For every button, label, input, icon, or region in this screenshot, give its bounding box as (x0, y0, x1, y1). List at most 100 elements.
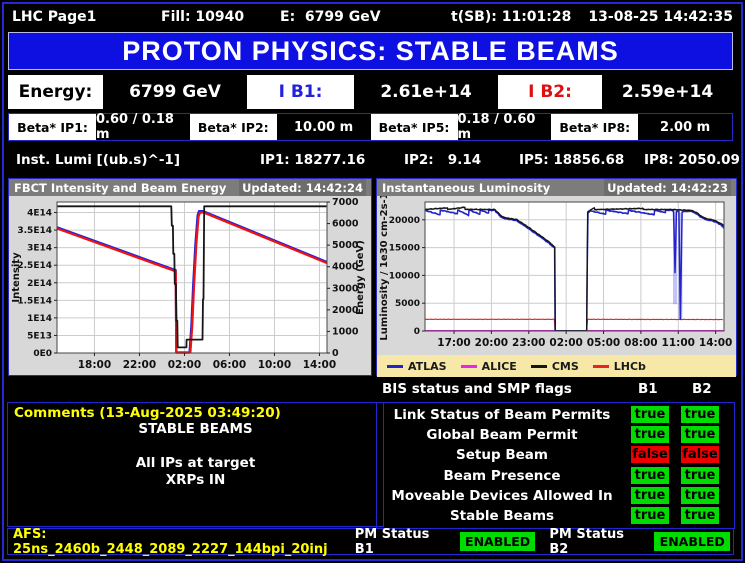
legend-dash-icon (460, 364, 477, 368)
comments-header: Comments (13-Aug-2025 03:49:20) (14, 405, 281, 421)
table-row: Moveable Devices Allowed In true true (377, 486, 734, 505)
fbct-chart-panel: FBCT Intensity and Beam Energy Updated: … (8, 178, 372, 376)
pm-status-b2-value: ENABLED (654, 532, 730, 551)
svg-text:14:00: 14:00 (699, 337, 732, 349)
status-badge: true (631, 486, 669, 504)
svg-text:0: 0 (414, 327, 420, 337)
legend-dash-icon (530, 364, 547, 368)
status-badge: true (681, 406, 719, 424)
bis-row-label: Setup Beam (456, 447, 548, 464)
top-info-bar: LHC Page1 Fill: 10940 E: 6799 GeV t(SB):… (4, 7, 737, 29)
bis-row-label: Moveable Devices Allowed In (391, 487, 613, 504)
page-title: PROTON PHYSICS: STABLE BEAMS (8, 32, 733, 70)
svg-text:2.5E14: 2.5E14 (17, 261, 52, 271)
fbct-chart-header: FBCT Intensity and Beam Energy Updated: … (9, 179, 371, 196)
svg-text:15000: 15000 (389, 244, 420, 254)
svg-text:1000: 1000 (332, 326, 359, 337)
luminosity-chart-title: Instantaneous Luminosity (382, 180, 551, 195)
status-badge: true (681, 486, 719, 504)
status-badge: true (681, 466, 719, 484)
inst-lumi-row: Inst. Lumi [(ub.s)^-1] IP1: 18277.16 IP2… (8, 143, 740, 176)
svg-text:06:00: 06:00 (213, 359, 246, 371)
beta-ip5-value: 0.18 / 0.60 m (457, 112, 536, 142)
svg-text:0: 0 (332, 348, 339, 359)
bis-row-label: Link Status of Beam Permits (393, 407, 611, 424)
svg-text:3E14: 3E14 (27, 244, 52, 254)
svg-text:3.5E14: 3.5E14 (17, 226, 52, 236)
svg-text:Luminosity / 1e30 cm-2s-1: Luminosity / 1e30 cm-2s-1 (379, 196, 390, 341)
lhc-page1-vistar: { "header": { "app": "LHC Page1", "fill"… (0, 0, 745, 563)
legend-label: LHCb (613, 359, 646, 373)
inst-lumi-label: Inst. Lumi [(ub.s)^-1] (16, 152, 180, 168)
comments-box: Comments (13-Aug-2025 03:49:20) STABLE B… (7, 402, 384, 527)
legend-dash-icon (592, 364, 609, 368)
svg-text:08:00: 08:00 (624, 337, 657, 349)
table-row: Global Beam Permit true true (377, 426, 734, 444)
svg-text:14:00: 14:00 (303, 359, 336, 371)
date-time: 13-08-25 14:42:35 (588, 9, 733, 25)
beta-ip5-label: Beta* IP5: (370, 114, 458, 140)
beta-ip1-label: Beta* IP1: (9, 114, 96, 140)
svg-text:1E14: 1E14 (27, 314, 52, 324)
status-badge: true (631, 506, 669, 524)
luminosity-chart-updated: Updated: 14:42:23 (604, 179, 731, 196)
fbct-chart-updated: Updated: 14:42:24 (239, 179, 366, 196)
beta-ip1-value: 0.60 / 0.18 m (96, 112, 174, 142)
svg-text:Energy (GeV): Energy (GeV) (355, 240, 366, 315)
svg-text:11:00: 11:00 (662, 337, 695, 349)
svg-text:6000: 6000 (332, 219, 359, 230)
comment-line (14, 438, 377, 455)
luminosity-legend: ATLAS ALICE CMS LHCb (377, 355, 736, 377)
legend-item-atlas: ATLAS (387, 360, 447, 373)
svg-text:7000: 7000 (332, 197, 359, 208)
luminosity-chart-header: Instantaneous Luminosity Updated: 14:42:… (377, 179, 736, 196)
svg-text:0E0: 0E0 (33, 349, 52, 359)
svg-text:1.5E14: 1.5E14 (17, 296, 52, 306)
bis-header-row: BIS status and SMP flags B1 B2 (376, 380, 735, 400)
pm-status-b2-label: PM Status B2 (549, 526, 624, 557)
legend-item-lhcb: LHCb (592, 359, 646, 373)
beta-ip8-value: 2.00 m (660, 119, 711, 135)
svg-text:05:00: 05:00 (587, 337, 620, 349)
svg-text:20000: 20000 (389, 216, 420, 226)
bis-title: BIS status and SMP flags (382, 381, 572, 397)
status-badge: true (631, 426, 669, 444)
comment-line: XRPs IN (165, 472, 226, 488)
table-row: Stable Beams true true (377, 506, 734, 525)
beam-energy-readout: E: 6799 GeV (280, 9, 381, 25)
svg-text:18:00: 18:00 (78, 359, 111, 371)
legend-item-alice: ALICE (460, 360, 517, 373)
luminosity-chart-panel: Instantaneous Luminosity Updated: 14:42:… (376, 178, 737, 377)
inst-lumi-ip2: IP2: 9.14 (404, 152, 482, 168)
legend-label: CMS (551, 359, 579, 373)
bis-col-b2: B2 (692, 381, 712, 397)
energy-label: Energy: (8, 75, 103, 109)
legend-dash-icon (387, 364, 403, 368)
beta-ip5-group: Beta* IP5: 0.18 / 0.60 m (370, 112, 552, 142)
status-badge: false (681, 446, 719, 464)
table-row: Link Status of Beam Permits true true (377, 406, 734, 424)
intensity-b1-value: 2.61e+14 (354, 75, 498, 109)
legend-item-cms: CMS (530, 359, 579, 373)
svg-text:23:00: 23:00 (512, 337, 545, 349)
svg-text:22:00: 22:00 (123, 359, 156, 371)
intensity-b1-label: I B1: (247, 75, 354, 109)
beta-ip8-label: Beta* IP8: (551, 114, 639, 140)
status-badge: true (681, 426, 719, 444)
intensity-b2-label: I B2: (498, 75, 602, 109)
inst-lumi-ip5: IP5: 18856.68 (519, 152, 625, 168)
inst-lumi-ip1: IP1: 18277.16 (260, 152, 366, 168)
svg-text:17:00: 17:00 (437, 337, 470, 349)
bis-row-label: Global Beam Permit (426, 427, 578, 444)
energy-value: 6799 GeV (103, 75, 247, 109)
time-in-stable-beams: t(SB): 11:01:28 (451, 9, 572, 25)
svg-text:Intensity: Intensity (11, 252, 22, 303)
pm-status-b1-label: PM Status B1 (354, 526, 430, 557)
svg-text:5000: 5000 (395, 299, 420, 309)
svg-text:02:00: 02:00 (168, 359, 201, 371)
svg-text:20:00: 20:00 (475, 337, 508, 349)
status-badge: true (631, 406, 669, 424)
beta-ip2-group: Beta* IP2: 10.00 m (189, 114, 371, 140)
fbct-chart: 0E0 5E13 1E14 1.5E14 2E14 2.5E14 3E14 3.5E14 4E1… (11, 197, 366, 371)
svg-text:02:00: 02:00 (549, 337, 582, 349)
